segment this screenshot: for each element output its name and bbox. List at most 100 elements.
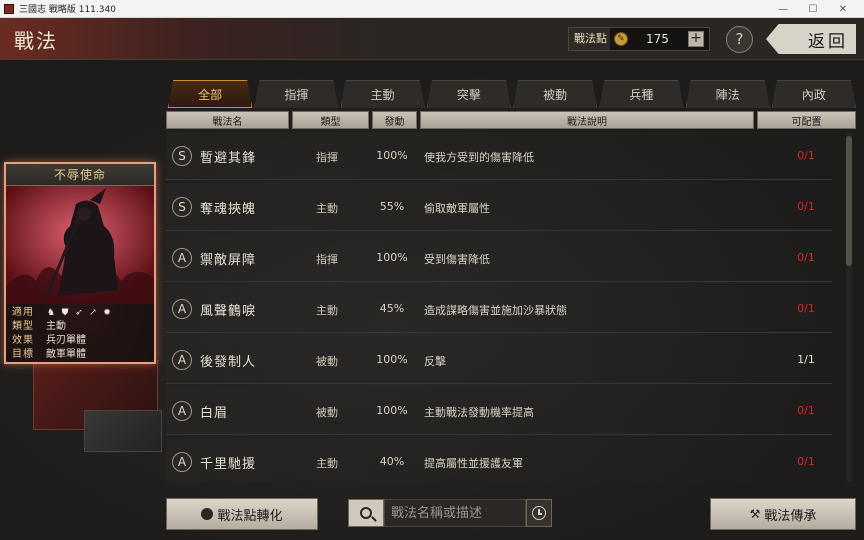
tactic-description: 受到傷害降低 [424, 253, 490, 266]
grade-badge: A [172, 350, 192, 370]
table-row[interactable]: A 千里馳援 主動 40% 提高屬性並援護友軍 0/1 [166, 438, 832, 482]
tactic-rate: 100% [376, 404, 408, 417]
tactic-name: 白眉 [200, 406, 229, 421]
tactic-type: 主動 [316, 202, 338, 215]
inherit-tactic-label: 戰法傳承 [764, 508, 817, 524]
tactic-type: 被動 [316, 406, 338, 419]
back-button-label: 返回 [808, 31, 848, 52]
game-header: 戰法 戰法點 ✎ 175 + ? 返回 [0, 18, 864, 60]
tactic-type: 主動 [316, 457, 338, 470]
add-points-button[interactable]: + [688, 31, 704, 47]
tactic-rate: 40% [379, 455, 405, 468]
card-effect-value: 兵刃單體 [46, 335, 86, 346]
grade-badge: S [172, 197, 192, 217]
tactic-name: 千里馳援 [200, 457, 257, 472]
clock-icon [532, 506, 546, 520]
back-button[interactable]: 返回 [766, 24, 856, 54]
card-title: 不辱使命 [6, 164, 154, 186]
tactic-type: 指揮 [316, 253, 338, 266]
tactic-points-value: 175 [646, 32, 669, 46]
history-button[interactable] [526, 499, 552, 527]
flame-icon [201, 508, 214, 520]
table-row[interactable]: A 後發制人 被動 100% 反擊 1/1 [166, 336, 832, 384]
window-controls: — ☐ ✕ [768, 0, 858, 18]
column-header-available[interactable]: 可配置 [757, 111, 856, 129]
page-title: 戰法 [14, 29, 58, 53]
hammer-icon: ⚒ [749, 507, 761, 521]
table-row[interactable]: S 暫避其鋒 指揮 100% 使我方受到的傷害降低 0/1 [166, 132, 832, 180]
scrollbar-thumb[interactable] [846, 136, 852, 266]
convert-points-button[interactable]: 戰法點轉化 [166, 498, 318, 530]
card-info-panel: 適用 ♞ ⛊ ➶ ↗ ✹ 類型 主動 效果 兵刃單體 目標 敵軍單體 [6, 304, 154, 362]
column-header-description[interactable]: 戰法說明 [420, 111, 754, 129]
tactic-rate: 100% [376, 353, 408, 366]
grade-badge: S [172, 146, 192, 166]
category-tabs: 全部 指揮 主動 突擊 被動 兵種 陣法 內政 [168, 80, 856, 108]
table-row[interactable]: A 風聲鶴唳 主動 45% 造成謀略傷害並施加沙暴狀態 0/1 [166, 285, 832, 333]
tab-passive[interactable]: 被動 [513, 80, 598, 108]
window-titlebar: 三國志 戰略版 111.340 — ☐ ✕ [0, 0, 864, 18]
spear-icon: ↗ [89, 308, 97, 318]
table-header: 戰法名 類型 發動 戰法說明 可配置 [166, 111, 856, 129]
tactic-available-count: 1/1 [797, 353, 815, 366]
maximize-button[interactable]: ☐ [798, 0, 828, 18]
tab-all[interactable]: 全部 [168, 80, 253, 108]
tactic-points-label: 戰法點 [569, 28, 610, 50]
tactic-available-count: 0/1 [797, 200, 815, 213]
minimize-button[interactable]: — [768, 0, 798, 18]
tactic-available-count: 0/1 [797, 149, 815, 162]
tactic-rate: 45% [379, 302, 405, 315]
grade-badge: A [172, 248, 192, 268]
tab-formation[interactable]: 陣法 [685, 80, 770, 108]
column-header-rate[interactable]: 發動 [372, 111, 417, 129]
tab-command[interactable]: 指揮 [254, 80, 339, 108]
siege-icon: ✹ [103, 308, 111, 318]
tactic-description: 反擊 [424, 355, 446, 368]
tab-internal[interactable]: 內政 [771, 80, 856, 108]
column-header-type[interactable]: 類型 [292, 111, 369, 129]
tactic-card[interactable]: 不辱使命 適用 ♞ ⛊ ➶ ↗ ✹ 類型 主動 效果 兵刃單體 目標 敵軍單體 [4, 162, 156, 364]
tactic-points-display: 戰法點 ✎ 175 + [568, 27, 710, 51]
search-bar [348, 498, 556, 528]
card-effect-label: 效果 [12, 335, 34, 346]
inherit-tactic-button[interactable]: ⚒ 戰法傳承 [710, 498, 856, 530]
tactic-name: 暫避其鋒 [200, 151, 257, 166]
troop-icons: ♞ ⛊ ➶ ↗ ✹ [46, 306, 112, 320]
card-target-label: 目標 [12, 349, 34, 360]
table-row[interactable]: A 白眉 被動 100% 主動戰法發動機率提高 0/1 [166, 387, 832, 435]
search-icon [360, 507, 372, 519]
tactic-available-count: 0/1 [797, 302, 815, 315]
stacked-card-back [84, 410, 162, 452]
tab-assault[interactable]: 突擊 [426, 80, 511, 108]
tactic-name: 奪魂挾魄 [200, 202, 257, 217]
cavalry-icon: ♞ [46, 308, 56, 318]
tactic-rate: 55% [379, 200, 405, 213]
tactic-description: 主動戰法發動機率提高 [424, 406, 534, 419]
card-type-label: 類型 [12, 321, 34, 332]
column-header-name[interactable]: 戰法名 [166, 111, 289, 129]
tactic-available-count: 0/1 [797, 251, 815, 264]
help-button[interactable]: ? [726, 26, 753, 53]
grade-badge: A [172, 401, 192, 421]
tactic-name: 禦敵屏障 [200, 253, 257, 268]
table-row[interactable]: S 奪魂挾魄 主動 55% 偷取敵軍屬性 0/1 [166, 183, 832, 231]
tactic-description: 使我方受到的傷害降低 [424, 151, 534, 164]
feather-icon: ✎ [614, 32, 628, 46]
tactic-name: 後發制人 [200, 355, 257, 370]
tab-active[interactable]: 主動 [340, 80, 425, 108]
shield-icon: ⛊ [61, 308, 69, 318]
tactic-type: 主動 [316, 304, 338, 317]
search-button[interactable] [348, 499, 384, 527]
close-button[interactable]: ✕ [828, 0, 858, 18]
tactic-available-count: 0/1 [797, 404, 815, 417]
tab-troop[interactable]: 兵種 [599, 80, 684, 108]
convert-points-label: 戰法點轉化 [217, 508, 283, 524]
search-input[interactable] [384, 499, 526, 527]
table-row[interactable]: A 禦敵屏障 指揮 100% 受到傷害降低 0/1 [166, 234, 832, 282]
tactic-description: 提高屬性並援護友軍 [424, 457, 523, 470]
tactic-name: 風聲鶴唳 [200, 304, 257, 319]
tactic-type: 被動 [316, 355, 338, 368]
general-portrait [6, 186, 154, 304]
window-title: 三國志 戰略版 111.340 [19, 5, 116, 15]
list-scrollbar[interactable] [846, 132, 852, 482]
